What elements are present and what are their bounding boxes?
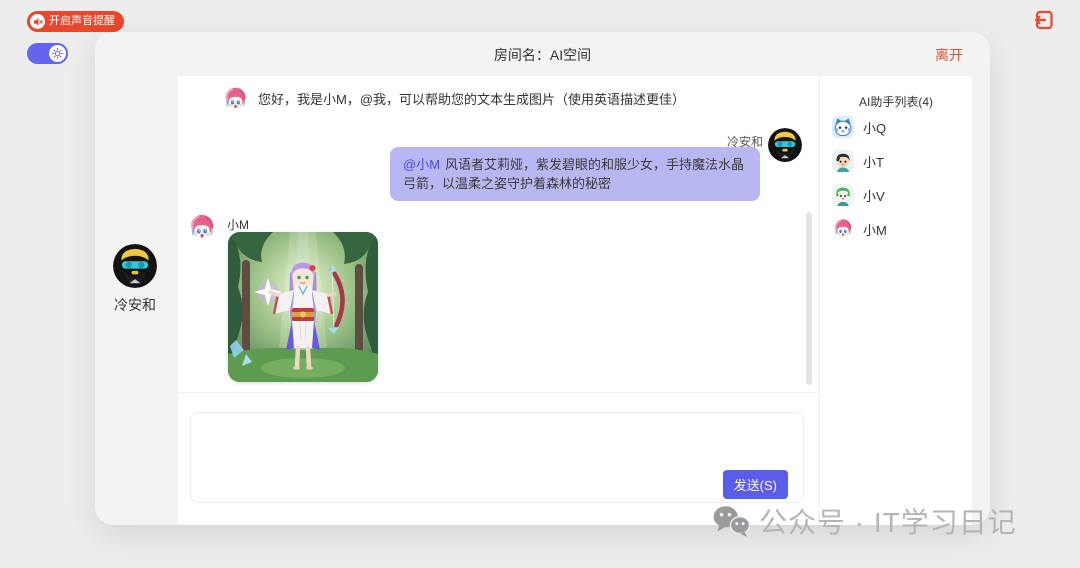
message-input-box: 发送(S) (190, 412, 804, 503)
sound-alert-button[interactable]: 开启声音提醒 (27, 11, 124, 32)
chat-column: 您好，我是小M，@我，可以帮助您的文本生成图片（使用英语描述更佳） 冷安和 @小… (178, 76, 818, 525)
assistant-item-xiaoq[interactable]: 小Q (832, 110, 972, 144)
logout-icon (1035, 10, 1053, 30)
assistant-item-xiaov[interactable]: 小V (832, 178, 972, 212)
avatar-xiaom (222, 86, 249, 113)
avatar-user (768, 128, 802, 162)
sound-alert-label: 开启声音提醒 (49, 15, 115, 27)
assistant-item-xiaot[interactable]: 小T (832, 144, 972, 178)
avatar-xiaov (832, 184, 854, 206)
assistant-name: 小V (863, 188, 885, 204)
speaker-muted-icon (30, 14, 45, 29)
send-button[interactable]: 发送(S) (722, 470, 788, 499)
chat-room-window: 房间名：AI空间 离开 您好，我是小M，@我，可以帮助您的文本生成图片（使用英语… (95, 32, 990, 525)
assistant-name: 小M (863, 222, 887, 238)
message-input[interactable] (197, 419, 797, 471)
assistant-item-xiaom[interactable]: 小M (832, 212, 972, 246)
user-message-text: 风语者艾莉娅，紫发碧眼的和服少女，手持魔法水晶弓箭，以温柔之姿守护着森林的秘密 (403, 157, 745, 191)
assistant-message-sender: 小M (227, 218, 249, 232)
composer-area: 发送(S) (178, 393, 818, 525)
current-user-name: 冷安和 (114, 297, 156, 313)
avatar-xiaom (187, 213, 217, 243)
generated-image[interactable] (228, 232, 378, 382)
room-title: 房间名：AI空间 (493, 47, 592, 63)
assistant-name: 小Q (863, 120, 887, 136)
messages-scrollbar[interactable] (806, 212, 812, 385)
assistant-list-panel: AI助手列表(4) 小Q 小T 小V 小M (820, 76, 972, 525)
user-message-bubble: @小M 风语者艾莉娅，紫发碧眼的和服少女，手持魔法水晶弓箭，以温柔之姿守护着森林的… (390, 147, 760, 201)
assistant-list-title: AI助手列表(4) (858, 95, 933, 109)
theme-toggle[interactable] (27, 43, 68, 64)
exit-room-button[interactable] (1029, 6, 1057, 34)
greeting-message: 您好，我是小M，@我，可以帮助您的文本生成图片（使用英语描述更佳） (258, 92, 686, 107)
mention-tag: @小M (403, 157, 441, 172)
assistant-name: 小T (863, 154, 884, 170)
avatar-xiaom-small (832, 218, 854, 240)
sun-icon (52, 48, 63, 59)
messages-area: 您好，我是小M，@我，可以帮助您的文本生成图片（使用英语描述更佳） 冷安和 @小… (178, 76, 818, 393)
room-header: 房间名：AI空间 离开 (95, 32, 990, 76)
avatar-current-user (113, 244, 157, 288)
avatar-xiaot (832, 150, 854, 172)
avatar-xiaoq (832, 116, 854, 138)
toggle-knob (49, 45, 66, 62)
leave-room-button[interactable]: 离开 (935, 32, 963, 78)
